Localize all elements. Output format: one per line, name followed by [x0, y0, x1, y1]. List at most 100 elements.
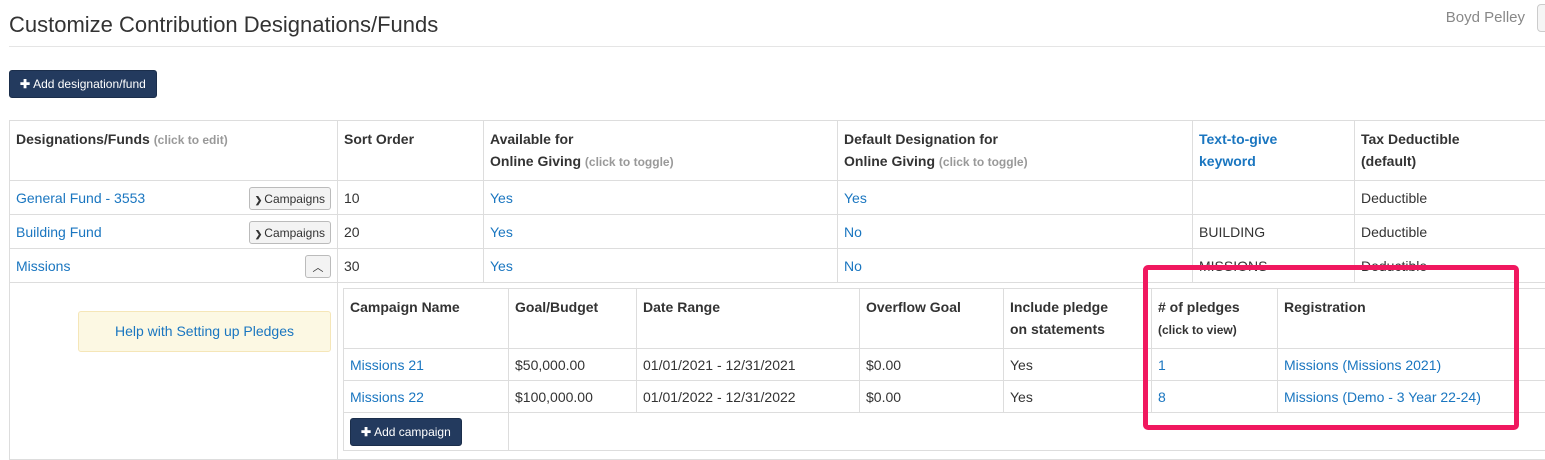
include-pledge-cell: Yes — [1004, 349, 1152, 381]
default-designation-toggle[interactable]: Yes — [844, 190, 867, 206]
pledges-help-box[interactable]: Help with Setting up Pledges — [78, 311, 331, 352]
pledges-cell: 1 — [1152, 349, 1278, 381]
campaigns-button-label: Campaigns — [264, 192, 325, 206]
text-to-give-keyword-link[interactable]: Text-to-givekeyword — [1199, 131, 1277, 169]
fund-link[interactable]: Building Fund — [16, 224, 102, 240]
pledges-header-label: # of pledges — [1158, 299, 1240, 315]
fund-link[interactable]: Missions — [16, 258, 70, 274]
online-giving-toggle[interactable]: Yes — [490, 190, 513, 206]
campaign-name-cell: Missions 21 — [344, 349, 509, 381]
add-campaign-cell: ✚Add campaign — [344, 413, 509, 451]
column-header-fund: Designations/Funds (click to edit) — [10, 121, 338, 181]
campaigns-help-cell: Help with Setting up Pledges — [10, 283, 338, 460]
goal-cell: $50,000.00 — [509, 349, 637, 381]
include-header-line2: on statements — [1010, 321, 1105, 337]
campaigns-detail-row: Help with Setting up Pledges Campaign Na… — [10, 283, 1545, 460]
column-header-overflow-goal: Overflow Goal — [860, 289, 1004, 349]
campaign-row: Missions 22 $100,000.00 01/01/2022 - 12/… — [344, 381, 1545, 413]
column-header-online-giving: Available forOnline Giving (click to tog… — [484, 121, 838, 181]
column-header-registration: Registration — [1278, 289, 1545, 349]
online-giving-cell: Yes — [484, 215, 838, 249]
plus-icon: ✚ — [361, 425, 371, 439]
tax-deductible-cell: Deductible — [1355, 249, 1545, 283]
include-header-line1: Include pledge — [1010, 299, 1108, 315]
default-header-line2: Online Giving — [844, 153, 935, 169]
user-name[interactable]: Boyd Pelley — [1446, 9, 1525, 26]
user-menu-button[interactable] — [1537, 4, 1545, 32]
page-title: Customize Contribution Designations/Fund… — [9, 12, 438, 38]
tax-deductible-cell: Deductible — [1355, 215, 1545, 249]
table-row: Building Fund ❯Campaigns 20 Yes No BUILD… — [10, 215, 1545, 249]
registration-link[interactable]: Missions (Demo - 3 Year 22-24) — [1284, 389, 1481, 405]
collapse-campaigns-button[interactable]: ︿ — [305, 255, 331, 278]
goal-cell: $100,000.00 — [509, 381, 637, 413]
sort-order-cell: 20 — [338, 215, 484, 249]
default-designation-cell: No — [838, 215, 1193, 249]
pledges-cell: 8 — [1152, 381, 1278, 413]
overflow-goal-cell: $0.00 — [860, 381, 1004, 413]
campaign-name-cell: Missions 22 — [344, 381, 509, 413]
campaigns-header-row: Campaign Name Goal/Budget Date Range Ove… — [344, 289, 1545, 349]
date-range-cell: 01/01/2021 - 12/31/2021 — [637, 349, 860, 381]
column-header-date-range: Date Range — [637, 289, 860, 349]
include-pledge-cell: Yes — [1004, 381, 1152, 413]
fund-cell: General Fund - 3553 ❯Campaigns — [10, 181, 338, 215]
table-row: General Fund - 3553 ❯Campaigns 10 Yes Ye… — [10, 181, 1545, 215]
online-header-hint: (click to toggle) — [585, 155, 674, 169]
chevron-down-icon: ❯ — [255, 229, 263, 239]
online-giving-toggle[interactable]: Yes — [490, 224, 513, 240]
title-divider — [9, 46, 1545, 47]
campaigns-button-label: Campaigns — [264, 226, 325, 240]
chevron-up-icon: ︿ — [313, 261, 324, 274]
column-header-sort-order: Sort Order — [338, 121, 484, 181]
keyword-cell: MISSIONS — [1193, 249, 1355, 283]
online-giving-cell: Yes — [484, 249, 838, 283]
tax-header-line2: (default) — [1361, 153, 1416, 169]
default-designation-toggle[interactable]: No — [844, 258, 862, 274]
pledges-count-link[interactable]: 8 — [1158, 389, 1166, 405]
overflow-goal-cell: $0.00 — [860, 349, 1004, 381]
campaign-link[interactable]: Missions 22 — [350, 389, 424, 405]
keyword-header-line1: Text-to-give — [1199, 131, 1277, 147]
pledges-count-link[interactable]: 1 — [1158, 357, 1166, 373]
pledges-help-link[interactable]: Help with Setting up Pledges — [115, 323, 294, 339]
table-row: Missions ︿ 30 Yes No MISSIONS Deductible — [10, 249, 1545, 283]
fund-header-label: Designations/Funds — [16, 131, 150, 147]
table-header-row: Designations/Funds (click to edit) Sort … — [10, 121, 1545, 181]
registration-link[interactable]: Missions (Missions 2021) — [1284, 357, 1441, 373]
designations-table: Designations/Funds (click to edit) Sort … — [9, 120, 1545, 460]
registration-cell: Missions (Demo - 3 Year 22-24) — [1278, 381, 1545, 413]
add-designation-fund-button[interactable]: ✚Add designation/fund — [9, 70, 157, 98]
sort-order-cell: 10 — [338, 181, 484, 215]
campaign-row: Missions 21 $50,000.00 01/01/2021 - 12/3… — [344, 349, 1545, 381]
date-range-cell: 01/01/2022 - 12/31/2022 — [637, 381, 860, 413]
fund-cell: Missions ︿ — [10, 249, 338, 283]
tax-deductible-cell: Deductible — [1355, 181, 1545, 215]
registration-cell: Missions (Missions 2021) — [1278, 349, 1545, 381]
default-header-hint: (click to toggle) — [939, 155, 1028, 169]
keyword-cell: BUILDING — [1193, 215, 1355, 249]
fund-link[interactable]: General Fund - 3553 — [16, 190, 145, 206]
default-header-line1: Default Designation for — [844, 131, 998, 147]
fund-header-hint: (click to edit) — [154, 133, 228, 147]
fund-cell: Building Fund ❯Campaigns — [10, 215, 338, 249]
online-giving-toggle[interactable]: Yes — [490, 258, 513, 274]
sort-order-cell: 30 — [338, 249, 484, 283]
keyword-cell — [1193, 181, 1355, 215]
default-designation-cell: No — [838, 249, 1193, 283]
column-header-campaign-name: Campaign Name — [344, 289, 509, 349]
add-campaign-row: ✚Add campaign — [344, 413, 1545, 451]
add-designation-fund-label: Add designation/fund — [33, 77, 146, 91]
campaigns-button[interactable]: ❯Campaigns — [249, 187, 331, 210]
campaign-link[interactable]: Missions 21 — [350, 357, 424, 373]
column-header-text-to-give[interactable]: Text-to-givekeyword — [1193, 121, 1355, 181]
default-designation-toggle[interactable]: No — [844, 224, 862, 240]
campaigns-button[interactable]: ❯Campaigns — [249, 221, 331, 244]
column-header-default-designation: Default Designation for Online Giving (cl… — [838, 121, 1193, 181]
plus-icon: ✚ — [20, 77, 30, 91]
campaigns-cell: Campaign Name Goal/Budget Date Range Ove… — [338, 283, 1545, 460]
add-campaign-label: Add campaign — [374, 425, 451, 439]
tax-header-line1: Tax Deductible — [1361, 131, 1460, 147]
add-campaign-button[interactable]: ✚Add campaign — [350, 418, 462, 446]
default-designation-cell: Yes — [838, 181, 1193, 215]
